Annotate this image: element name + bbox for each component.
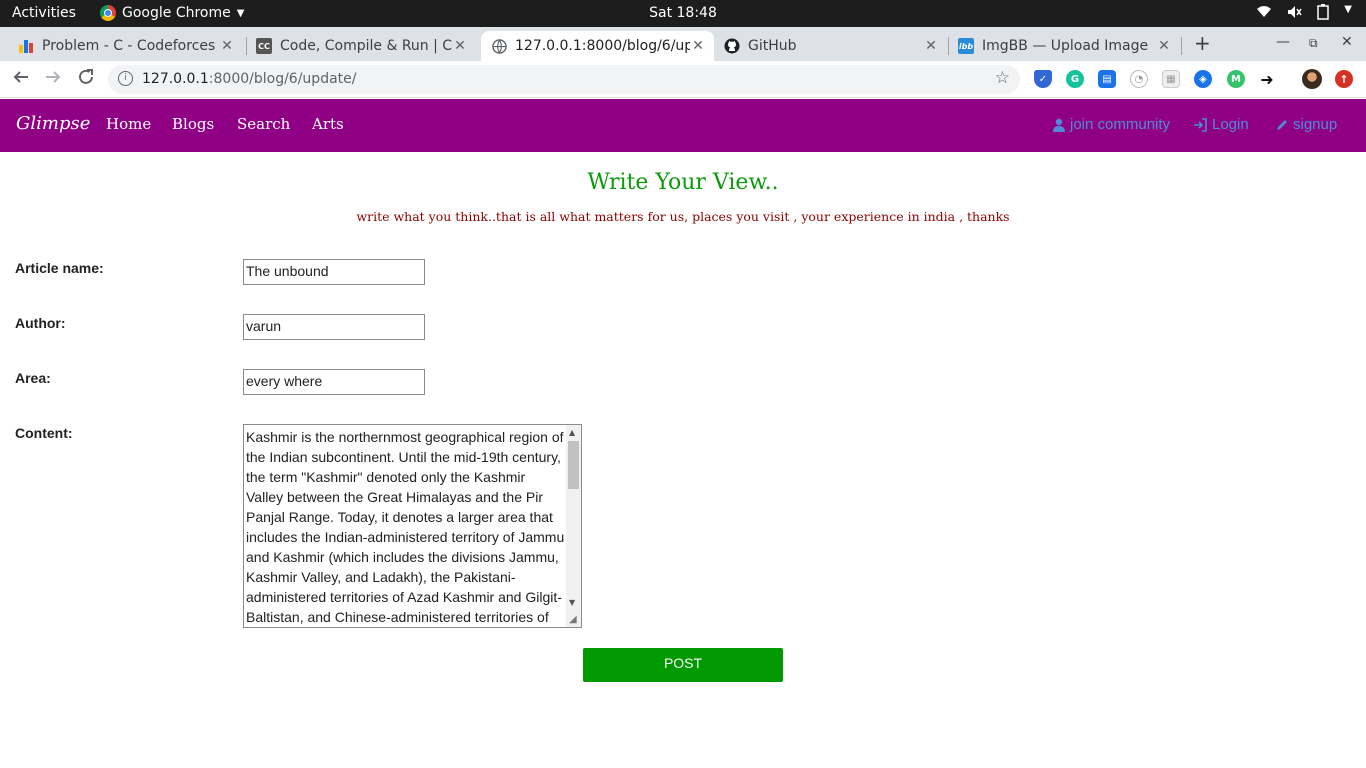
user-icon (1053, 118, 1065, 132)
cube-extension-icon[interactable]: ◈ (1194, 70, 1212, 88)
maximize-button[interactable]: ⧉ (1309, 36, 1318, 51)
reader-extension-icon[interactable]: ▤ (1098, 70, 1116, 88)
site-navbar: Glimpse Home Blogs Search Arts join comm… (0, 99, 1366, 152)
scrollbar-thumb[interactable] (568, 441, 579, 489)
reload-icon[interactable] (77, 68, 95, 91)
url-text: 127.0.0.1:8000/blog/6/update/ (142, 71, 357, 87)
content-label: Content: (15, 425, 73, 441)
activities-button[interactable]: Activities (12, 5, 76, 21)
signup-label: signup (1293, 116, 1338, 133)
author-label: Author: (15, 315, 66, 331)
close-icon[interactable]: ✕ (1156, 38, 1172, 54)
nav-home[interactable]: Home (106, 115, 151, 133)
update-icon[interactable]: ↑ (1335, 70, 1353, 88)
imgbb-icon: ibb (958, 38, 974, 54)
tab-codeforces[interactable]: Problem - C - Codeforces ✕ (8, 31, 243, 61)
close-icon[interactable]: ✕ (452, 38, 468, 54)
close-icon[interactable]: ✕ (219, 38, 235, 54)
login-icon (1194, 117, 1207, 132)
tab-title: Code, Compile & Run | Co (280, 38, 452, 54)
close-icon[interactable]: ✕ (690, 38, 706, 54)
timer-extension-icon[interactable]: ◔ (1130, 70, 1148, 88)
avatar[interactable] (1302, 69, 1322, 89)
grammarly-extension-icon[interactable]: G (1066, 70, 1084, 88)
chrome-icon (100, 5, 116, 21)
nav-arts[interactable]: Arts (312, 115, 344, 133)
login-label: Login (1212, 116, 1249, 133)
bookmark-star-icon[interactable]: ☆ (995, 68, 1010, 88)
post-button[interactable]: POST (583, 648, 783, 682)
page-subtitle: write what you think..that is all what m… (356, 209, 1010, 224)
page-title: Write Your View.. (587, 170, 779, 195)
system-menu-chevron-icon: ▼ (1344, 4, 1352, 15)
nav-blogs[interactable]: Blogs (172, 115, 214, 133)
join-community-label: join community (1070, 116, 1171, 133)
minimize-button[interactable]: — (1276, 34, 1290, 50)
pencil-icon (1277, 119, 1287, 130)
tab-title: GitHub (748, 38, 797, 54)
close-window-button[interactable]: ✕ (1341, 34, 1353, 50)
tab-strip: Problem - C - Codeforces ✕ CC Code, Comp… (0, 27, 1366, 61)
resize-handle-icon[interactable]: ◢ (569, 614, 577, 625)
system-top-bar: Activities Google Chrome ▼ Sat 18:48 ▼ (0, 0, 1366, 27)
chevron-down-icon: ▼ (236, 7, 245, 19)
login-link[interactable]: Login (1193, 116, 1249, 133)
back-arrow-icon[interactable] (12, 68, 30, 91)
article-name-input[interactable]: The unbound (243, 259, 425, 285)
article-name-label: Article name: (15, 260, 104, 276)
tab-blog-update[interactable]: 127.0.0.1:8000/blog/6/up ✕ (481, 31, 714, 61)
forward-arrow-icon[interactable] (44, 68, 62, 91)
tab-title: Problem - C - Codeforces (42, 38, 216, 54)
battery-icon (1316, 4, 1330, 24)
tab-title: ImgBB — Upload Image (982, 38, 1149, 54)
close-icon[interactable]: ✕ (923, 38, 939, 54)
address-bar[interactable]: i 127.0.0.1:8000/blog/6/update/ ☆ (108, 65, 1020, 94)
system-tray[interactable]: ▼ (1256, 4, 1352, 24)
tab-separator (1181, 37, 1182, 55)
author-input[interactable]: varun (243, 314, 425, 340)
signup-link[interactable]: signup (1275, 116, 1337, 133)
tab-code-compile[interactable]: CC Code, Compile & Run | Co ✕ (246, 31, 476, 61)
content-textarea[interactable]: Kashmir is the northernmost geographical… (243, 424, 582, 628)
wifi-icon (1256, 4, 1272, 24)
tab-title: 127.0.0.1:8000/blog/6/up (515, 38, 690, 54)
globe-icon (491, 38, 507, 54)
codeforces-icon (18, 38, 34, 54)
info-icon[interactable]: i (118, 71, 133, 86)
content-scrollbar[interactable]: ▲ ▼ ◢ (566, 425, 581, 627)
volume-icon (1286, 4, 1302, 24)
cc-icon: CC (256, 38, 272, 54)
github-icon (724, 38, 740, 54)
area-input[interactable]: every where (243, 369, 425, 395)
join-community-link[interactable]: join community (1052, 116, 1170, 133)
app-menu[interactable]: Google Chrome ▼ (100, 5, 244, 21)
tab-github[interactable]: GitHub ✕ (714, 31, 947, 61)
area-label: Area: (15, 370, 51, 386)
app-menu-label: Google Chrome (122, 5, 231, 21)
tab-imgbb[interactable]: ibb ImgBB — Upload Image ✕ (948, 31, 1180, 61)
new-tab-button[interactable]: + (1194, 31, 1211, 55)
site-brand[interactable]: Glimpse (16, 113, 90, 134)
shield-extension-icon[interactable]: ✓ (1034, 70, 1052, 88)
nav-search[interactable]: Search (237, 115, 290, 133)
m-extension-icon[interactable]: M (1227, 70, 1245, 88)
grid-extension-icon[interactable]: ▦ (1162, 70, 1180, 88)
scroll-up-arrow-icon[interactable]: ▲ (569, 428, 575, 437)
arrow-extension-icon[interactable]: ➜ (1258, 70, 1276, 89)
scroll-down-arrow-icon[interactable]: ▼ (569, 598, 575, 607)
